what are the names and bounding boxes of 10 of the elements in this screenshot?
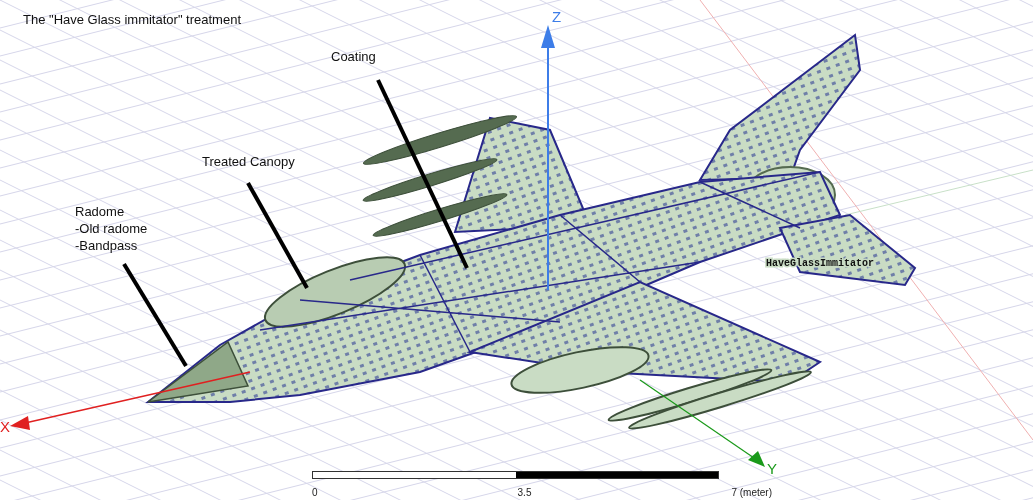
scale-tick-label: 7 (meter) xyxy=(731,487,772,498)
scale-tick-label: 3.5 xyxy=(517,487,532,498)
x-axis-label: X xyxy=(0,418,10,435)
y-axis-label: Y xyxy=(767,460,777,477)
callout-label: Coating xyxy=(331,49,376,64)
callout-label: Radome -Old radome -Bandpass xyxy=(75,204,148,253)
z-axis-label: Z xyxy=(552,8,562,25)
scale-tick-label: 0 xyxy=(312,487,318,498)
title: The "Have Glass immitator" treatment xyxy=(23,12,242,27)
callout-label: Treated Canopy xyxy=(202,154,295,169)
